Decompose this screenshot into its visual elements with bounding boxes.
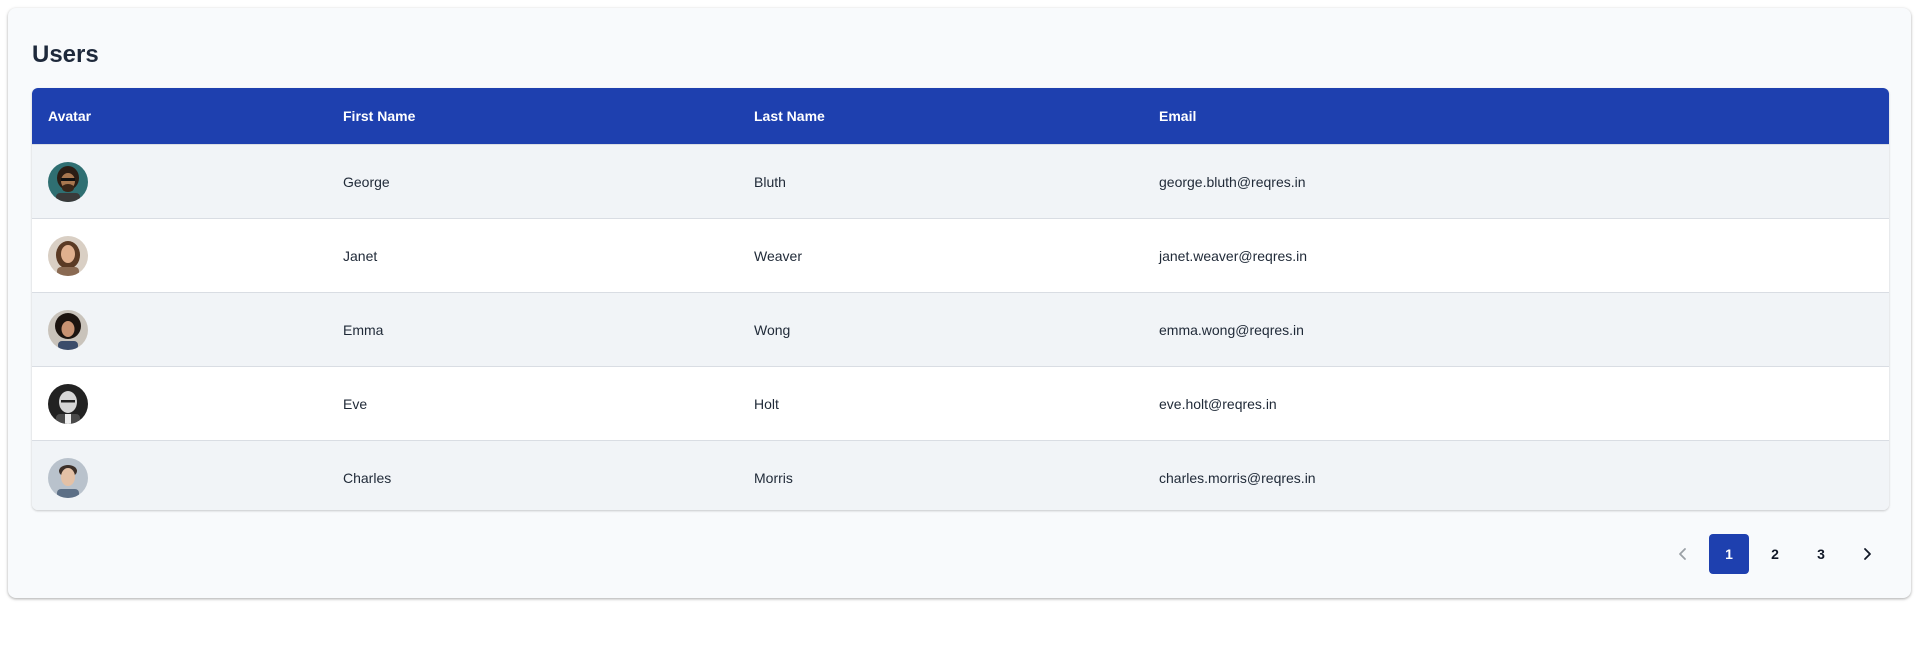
last-name-cell: Weaver (754, 247, 802, 264)
users-card: Users Avatar First Name Last Name Email (8, 8, 1911, 598)
users-table: Avatar First Name Last Name Email George… (32, 88, 1889, 510)
page-button-2[interactable]: 2 (1755, 534, 1795, 574)
avatar (48, 383, 88, 424)
first-name-cell: Emma (343, 321, 384, 338)
table-row: Emma Wong emma.wong@reqres.in (32, 292, 1889, 366)
email-cell: emma.wong@reqres.in (1159, 321, 1304, 338)
first-name-cell: Janet (343, 247, 378, 264)
email-cell: eve.holt@reqres.in (1159, 395, 1277, 412)
table-header: Avatar First Name Last Name Email (32, 88, 1889, 144)
first-name-cell: Charles (343, 469, 392, 486)
column-header-avatar: Avatar (48, 108, 92, 124)
pagination: 1 2 3 (1663, 534, 1887, 574)
first-name-cell: George (343, 173, 390, 190)
avatar (48, 235, 88, 276)
email-cell: janet.weaver@reqres.in (1159, 247, 1308, 264)
email-cell: charles.morris@reqres.in (1159, 469, 1316, 486)
email-cell: george.bluth@reqres.in (1159, 173, 1306, 190)
chevron-left-icon (1676, 547, 1690, 561)
first-name-cell: Eve (343, 395, 368, 412)
page-button-3[interactable]: 3 (1801, 534, 1841, 574)
last-name-cell: Holt (754, 395, 779, 412)
last-name-cell: Morris (754, 469, 793, 486)
page-button-1[interactable]: 1 (1709, 534, 1749, 574)
avatar (48, 309, 88, 350)
table-row: Janet Weaver janet.weaver@reqres.in (32, 218, 1889, 292)
table-row: Charles Morris charles.morris@reqres.in (32, 440, 1889, 510)
last-name-cell: Wong (754, 321, 791, 338)
page-title: Users (32, 41, 99, 68)
column-header-email: Email (1159, 108, 1197, 124)
avatar (48, 457, 88, 498)
last-name-cell: Bluth (754, 173, 786, 190)
avatar (48, 161, 88, 202)
table-row: Eve Holt eve.holt@reqres.in (32, 366, 1889, 440)
column-header-last-name: Last Name (754, 108, 825, 124)
column-header-first-name: First Name (343, 108, 416, 124)
previous-page-button[interactable] (1663, 534, 1703, 574)
chevron-right-icon (1860, 547, 1874, 561)
next-page-button[interactable] (1847, 534, 1887, 574)
table-row: George Bluth george.bluth@reqres.in (32, 144, 1889, 218)
